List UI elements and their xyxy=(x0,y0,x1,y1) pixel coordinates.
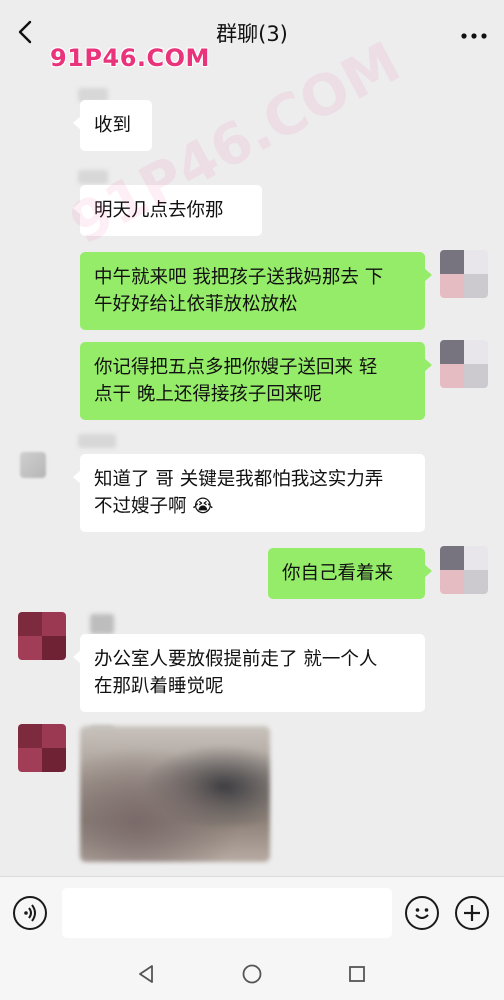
avatar[interactable] xyxy=(440,340,488,388)
message-text: 你自己看着来 xyxy=(282,563,394,584)
avatar[interactable] xyxy=(440,250,488,298)
more-functions-button[interactable] xyxy=(455,896,489,930)
square-recents-icon xyxy=(349,966,365,982)
circle-home-icon xyxy=(242,964,262,984)
nav-home-button[interactable] xyxy=(240,962,264,986)
plus-icon xyxy=(464,905,480,921)
message-text-line: 知道了 哥 关键是我都怕我这实力弄 xyxy=(94,469,384,490)
sender-name-blurred xyxy=(78,170,108,184)
avatar[interactable] xyxy=(18,612,66,660)
triangle-back-icon xyxy=(139,965,153,983)
crying-emoji-icon: 😭 xyxy=(192,496,214,517)
message-text-line: 点干 晚上还得接孩子回来呢 xyxy=(94,384,322,405)
message-bubble-incoming[interactable]: 办公室人要放假提前走了 就一个人 在那趴着睡觉呢 xyxy=(73,634,425,712)
message-bubble-outgoing[interactable]: 你自己看着来 xyxy=(268,548,432,599)
message-text-line: 中午就来吧 我把孩子送我妈那去 下 xyxy=(94,267,384,288)
voice-icon xyxy=(24,904,36,922)
input-bar xyxy=(0,876,504,948)
message-text-line: 在那趴着睡觉呢 xyxy=(94,676,224,697)
message-bubble-incoming[interactable]: 知道了 哥 关键是我都怕我这实力弄 不过嫂子啊 😭 xyxy=(73,454,425,532)
message-text-line: 午好好给让依菲放松放松 xyxy=(94,294,298,315)
voice-button[interactable] xyxy=(13,896,47,930)
message-text-line: 办公室人要放假提前走了 就一个人 xyxy=(94,649,378,670)
system-nav-bar xyxy=(0,948,504,1000)
message-text-line: 不过嫂子啊 xyxy=(94,496,187,517)
sender-name-blurred xyxy=(90,614,114,634)
chat-header: 群聊(3) 91P46.COM xyxy=(0,0,504,72)
avatar[interactable] xyxy=(440,546,488,594)
avatar[interactable] xyxy=(18,724,66,772)
emoji-button[interactable] xyxy=(405,896,439,930)
sender-name-blurred xyxy=(78,434,116,448)
nav-recents-button[interactable] xyxy=(345,962,369,986)
avatar[interactable] xyxy=(20,452,46,478)
image-message[interactable] xyxy=(80,726,270,862)
message-text: 明天几点去你那 xyxy=(94,200,224,221)
message-input[interactable] xyxy=(62,888,392,938)
watermark-text: 91P46.COM xyxy=(50,44,210,72)
nav-back-button[interactable] xyxy=(134,962,158,986)
message-text: 收到 xyxy=(94,115,132,136)
smiley-icon xyxy=(415,908,429,919)
more-button[interactable] xyxy=(460,26,488,39)
message-bubble-outgoing[interactable]: 你记得把五点多把你嫂子送回来 轻 点干 晚上还得接孩子回来呢 xyxy=(80,342,432,420)
ellipsis-icon xyxy=(461,33,487,39)
message-text-line: 你记得把五点多把你嫂子送回来 轻 xyxy=(94,357,378,378)
message-bubble-outgoing[interactable]: 中午就来吧 我把孩子送我妈那去 下 午好好给让依菲放松放松 xyxy=(80,252,432,330)
message-bubble-incoming[interactable]: 收到 xyxy=(73,100,152,151)
message-bubble-incoming[interactable]: 明天几点去你那 xyxy=(73,185,262,236)
